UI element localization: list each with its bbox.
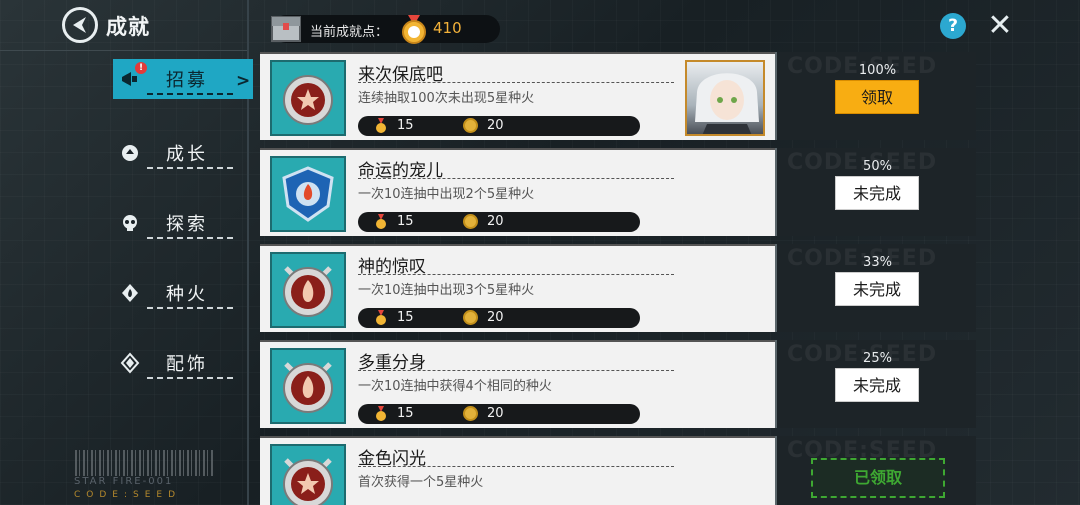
nav-underline [147,307,233,309]
achievement-badge [270,60,346,136]
nav-label: 种火 [166,284,208,305]
achievement-list[interactable]: 来次保底吧 连续抽取100次未出现5星种火 15 20 CODE:SEED 10… [260,52,976,505]
incomplete-button[interactable]: 未完成 [835,272,919,306]
progress-percent: 33% [863,255,892,270]
barcode-text: STAR FIRE-001 [74,476,174,487]
skull-icon [123,215,137,231]
medal-icon [402,15,426,44]
star-badge-icon [283,75,333,125]
reward-coin-value: 20 [487,214,504,229]
coin-icon [463,214,478,229]
page-title: 成就 [106,15,150,39]
coin-icon [463,310,478,325]
reward-medal-value: 15 [397,118,414,133]
nav-item-explore[interactable]: 探索 [113,203,253,243]
back-arrow-icon [73,17,86,33]
achievement-status-panel: CODE:SEED 50% 未完成 [775,148,976,236]
name-underline [358,466,674,467]
achievement-desc: 一次10连抽中出现2个5星种火 [358,187,535,202]
progress-percent: 25% [863,351,892,366]
help-button[interactable]: ? [940,13,966,39]
barcode [75,450,213,476]
achievement-row: 多重分身 一次10连抽中获得4个相同的种火 15 20 CODE:SEED 25… [260,340,976,428]
name-underline [358,82,674,83]
coin-icon [463,118,478,133]
achievement-desc: 首次获得一个5星种火 [358,475,484,490]
points-label: 当前成就点： [310,25,389,40]
medal-icon [376,214,386,229]
reward-medal-value: 15 [397,310,414,325]
name-underline [358,274,674,275]
medal-icon [376,310,386,325]
nav-item-recruit[interactable]: 招募 [113,59,253,99]
flame-badge-icon [283,266,333,317]
close-button[interactable]: ✕ [985,11,1015,41]
reward-medal-value: 15 [397,406,414,421]
nav-underline [147,237,233,239]
nav-label: 配饰 [166,354,208,375]
achievement-desc: 一次10连抽中出现3个5星种火 [358,283,535,298]
achievement-row: 金色闪光 首次获得一个5星种火 CODE:SEED 已领取 [260,436,976,505]
achievement-desc: 连续抽取100次未出现5星种火 [358,91,535,106]
growth-icon [122,145,138,161]
nav-label: 探索 [166,214,208,235]
achievement-desc: 一次10连抽中获得4个相同的种火 [358,379,552,394]
nav-label: 成长 [166,144,208,165]
name-underline [358,178,674,179]
coin-icon [463,406,478,421]
achievement-card: 金色闪光 首次获得一个5星种火 [260,436,775,505]
progress-percent: 50% [863,159,892,174]
character-portrait-icon [695,73,759,134]
flame-icon [122,284,138,302]
medal-icon [376,118,386,133]
achievement-row: 命运的宠儿 一次10连抽中出现2个5星种火 15 20 CODE:SEED 50… [260,148,976,236]
name-underline [358,370,674,371]
achievement-status-panel: CODE:SEED 33% 未完成 [775,244,976,332]
medal-icon [376,406,386,421]
nav-item-growth[interactable]: 成长 [113,133,253,173]
points-value: 410 [433,19,462,37]
nav-underline [147,167,233,169]
achievement-row: 来次保底吧 连续抽取100次未出现5星种火 15 20 CODE:SEED 10… [260,52,976,140]
header-divider [0,50,248,51]
nav-item-accessory[interactable]: 配饰 [113,343,253,383]
achievement-badge [270,348,346,424]
progress-percent: 100% [858,63,897,78]
achievement-row: 神的惊叹 一次10连抽中出现3个5星种火 15 20 CODE:SEED 33%… [260,244,976,332]
achievement-badge [270,444,346,505]
reward-medal-value: 15 [397,214,414,229]
chest-icon [271,16,301,42]
achievement-status-panel: CODE:SEED 25% 未完成 [775,340,976,428]
claimed-stamp: 已领取 [811,458,945,498]
shield-badge-icon [282,166,334,222]
code-text: CODE:SEED [74,490,182,500]
character-avatar [685,60,765,136]
reward-coin-value: 20 [487,310,504,325]
reward-coin-value: 20 [487,406,504,421]
nav-underline [147,377,233,379]
incomplete-button[interactable]: 未完成 [835,176,919,210]
reward-coin-value: 20 [487,118,504,133]
star-badge-icon [283,458,333,505]
incomplete-button[interactable]: 未完成 [835,368,919,402]
back-button[interactable] [62,7,98,43]
nav-underline [147,93,233,95]
nav-label: 招募 [166,70,208,91]
achievement-card: 多重分身 一次10连抽中获得4个相同的种火 15 20 [260,340,775,428]
gem-icon [120,352,140,374]
achievement-badge [270,156,346,232]
claim-button[interactable]: 领取 [835,80,919,114]
flame-badge-icon [283,362,333,413]
nav-item-spark[interactable]: 种火 [113,273,253,313]
chevron-right-icon: > [236,71,251,91]
achievement-card: 来次保底吧 连续抽取100次未出现5星种火 15 20 [260,52,775,140]
achievement-card: 命运的宠儿 一次10连抽中出现2个5星种火 15 20 [260,148,775,236]
achievement-status-panel: CODE:SEED 100% 领取 [775,52,976,140]
achievement-status-panel: CODE:SEED 已领取 [775,436,976,505]
alert-badge: ! [135,62,147,74]
achievement-card: 神的惊叹 一次10连抽中出现3个5星种火 15 20 [260,244,775,332]
achievement-badge [270,252,346,328]
